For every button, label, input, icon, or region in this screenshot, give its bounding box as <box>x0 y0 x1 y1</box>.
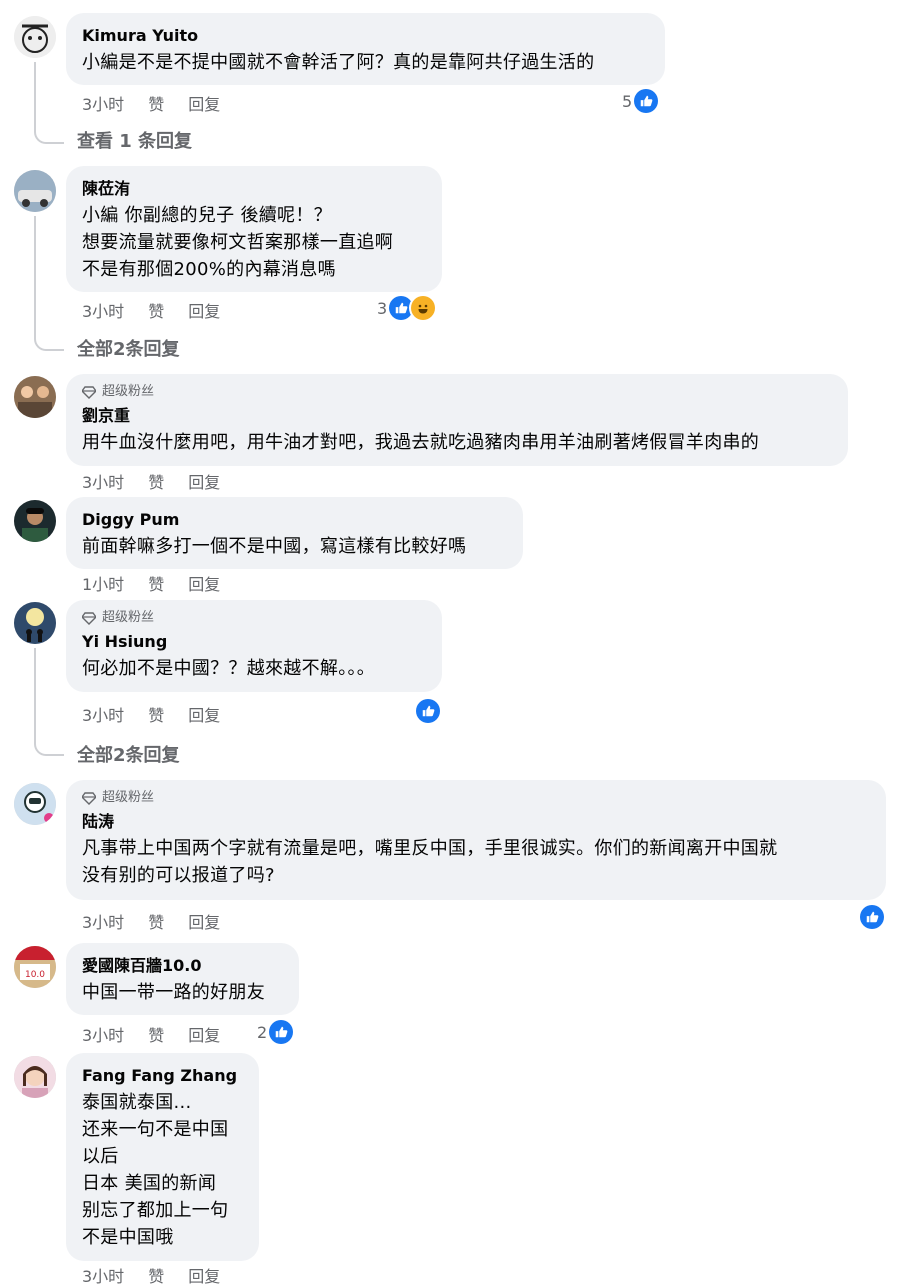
comment-bubble: 超级粉丝 Yi Hsiung 何必加不是中國？？越來越不解。。。 <box>66 600 442 692</box>
like-button[interactable]: 赞 <box>148 469 164 493</box>
view-replies-link[interactable]: 全部2条回复 <box>77 335 180 361</box>
timestamp[interactable]: 1小时 <box>82 571 124 595</box>
top-fan-badge: 超级粉丝 <box>82 609 426 627</box>
like-button[interactable]: 赞 <box>148 1263 164 1287</box>
comment-text: 小編是不是不提中國就不會幹活了阿？真的是靠阿共仔過生活的 <box>82 52 595 73</box>
reaction-summary[interactable]: 3 <box>377 296 436 320</box>
comment-bubble: 陳莅洧 小編 你副總的兒子 後續呢！？ 想要流量就要像柯文哲案那樣一直追啊 不是… <box>66 166 442 292</box>
reaction-count: 2 <box>257 1022 268 1042</box>
reaction-count: 3 <box>377 298 388 318</box>
timestamp[interactable]: 3小时 <box>82 298 124 322</box>
avatar[interactable] <box>14 500 56 542</box>
avatar[interactable]: 10.0 <box>14 946 56 988</box>
like-icon <box>634 89 659 113</box>
commenter-name[interactable]: Yi Hsiung <box>82 631 426 653</box>
reply-button[interactable]: 回复 <box>188 91 220 115</box>
timestamp[interactable]: 3小时 <box>82 91 124 115</box>
like-button[interactable]: 赞 <box>148 1022 164 1046</box>
commenter-name[interactable]: Kimura Yuito <box>82 25 649 47</box>
comment-bubble: 愛國陳百牆10.0 中国一带一路的好朋友 <box>66 943 299 1015</box>
comment-bubble: Kimura Yuito 小編是不是不提中國就不會幹活了阿？真的是靠阿共仔過生活… <box>66 13 665 85</box>
like-icon <box>860 905 884 929</box>
diamond-icon <box>82 612 96 625</box>
comment-actions: 3小时 赞 回复 <box>82 298 244 322</box>
reply-button[interactable]: 回复 <box>188 702 220 726</box>
reaction-summary[interactable] <box>416 699 440 723</box>
comment-bubble: 超级粉丝 劉京重 用牛血沒什麼用吧，用牛油才對吧，我過去就吃過豬肉串用羊油刷著烤… <box>66 374 848 466</box>
top-fan-badge: 超级粉丝 <box>82 383 832 401</box>
badge-label: 超级粉丝 <box>102 610 155 625</box>
like-button[interactable]: 赞 <box>148 571 164 595</box>
haha-icon <box>411 296 436 320</box>
reaction-summary[interactable] <box>860 905 884 929</box>
like-button[interactable]: 赞 <box>148 702 164 726</box>
view-replies-link[interactable]: 查看 1 条回复 <box>77 127 192 153</box>
comment-actions: 3小时 赞 回复 <box>82 469 244 493</box>
reaction-count: 5 <box>622 91 633 111</box>
commenter-name[interactable]: 劉京重 <box>82 405 832 427</box>
comment-text: 用牛血沒什麼用吧，用牛油才對吧，我過去就吃過豬肉串用羊油刷著烤假冒羊肉串的 <box>82 432 760 453</box>
comment-text: 中国一带一路的好朋友 <box>82 982 265 1003</box>
comment-text: 凡事带上中国两个字就有流量是吧，嘴里反中国，手里很诚实。你们的新闻离开中国就 没… <box>82 838 778 886</box>
timestamp[interactable]: 3小时 <box>82 702 124 726</box>
comment-actions: 3小时 赞 回复 <box>82 1022 244 1046</box>
thread-line <box>34 62 64 144</box>
thread-line <box>34 648 64 756</box>
avatar[interactable] <box>14 170 56 212</box>
like-button[interactable]: 赞 <box>148 298 164 322</box>
like-button[interactable]: 赞 <box>148 91 164 115</box>
timestamp[interactable]: 3小时 <box>82 469 124 493</box>
commenter-name[interactable]: Diggy Pum <box>82 509 507 531</box>
avatar[interactable] <box>14 1056 56 1098</box>
comment-text: 泰国就泰国... 还来一句不是中国 以后 日本 美国的新闻 别忘了都加上一句 不… <box>82 1092 229 1248</box>
reply-button[interactable]: 回复 <box>188 909 220 933</box>
avatar[interactable] <box>14 16 56 58</box>
thread-line <box>34 216 64 351</box>
comment-bubble: 超级粉丝 陆涛 凡事带上中国两个字就有流量是吧，嘴里反中国，手里很诚实。你们的新… <box>66 780 886 900</box>
top-fan-badge: 超级粉丝 <box>82 789 870 807</box>
commenter-name[interactable]: 陳莅洧 <box>82 178 426 200</box>
avatar[interactable] <box>14 602 56 644</box>
comment-text: 何必加不是中國？？越來越不解。。。 <box>82 658 376 679</box>
comment-actions: 1小时 赞 回复 <box>82 571 244 595</box>
timestamp[interactable]: 3小时 <box>82 909 124 933</box>
svg-text:10.0: 10.0 <box>25 970 45 980</box>
comment-actions: 3小时 赞 回复 <box>82 909 244 933</box>
timestamp[interactable]: 3小时 <box>82 1022 124 1046</box>
reaction-summary[interactable]: 2 <box>257 1020 294 1044</box>
commenter-name[interactable]: 陆涛 <box>82 811 870 833</box>
diamond-icon <box>82 792 96 805</box>
comment-bubble: Diggy Pum 前面幹嘛多打一個不是中國，寫這樣有比較好嗎 <box>66 497 523 569</box>
timestamp[interactable]: 3小时 <box>82 1263 124 1287</box>
like-icon <box>269 1020 294 1044</box>
comment-actions: 3小时 赞 回复 <box>82 1263 244 1287</box>
comment-actions: 3小时 赞 回复 <box>82 702 244 726</box>
commenter-name[interactable]: Fang Fang Zhang <box>82 1065 243 1087</box>
like-icon <box>389 296 414 320</box>
comment-bubble: Fang Fang Zhang 泰国就泰国... 还来一句不是中国 以后 日本 … <box>66 1053 259 1261</box>
badge-label: 超级粉丝 <box>102 790 155 805</box>
reply-button[interactable]: 回复 <box>188 1263 220 1287</box>
reply-button[interactable]: 回复 <box>188 298 220 322</box>
diamond-icon <box>82 386 96 399</box>
avatar[interactable] <box>14 376 56 418</box>
comment-text: 前面幹嘛多打一個不是中國，寫這樣有比較好嗎 <box>82 536 467 557</box>
reply-button[interactable]: 回复 <box>188 469 220 493</box>
badge-label: 超级粉丝 <box>102 384 155 399</box>
reaction-summary[interactable]: 5 <box>622 89 659 113</box>
reply-button[interactable]: 回复 <box>188 571 220 595</box>
like-button[interactable]: 赞 <box>148 909 164 933</box>
like-icon <box>416 699 440 723</box>
avatar[interactable] <box>14 783 56 825</box>
comment-text: 小編 你副總的兒子 後續呢！？ 想要流量就要像柯文哲案那樣一直追啊 不是有那個2… <box>82 205 394 280</box>
reply-button[interactable]: 回复 <box>188 1022 220 1046</box>
commenter-name[interactable]: 愛國陳百牆10.0 <box>82 955 283 977</box>
view-replies-link[interactable]: 全部2条回复 <box>77 741 180 767</box>
comment-actions: 3小时 赞 回复 <box>82 91 244 115</box>
